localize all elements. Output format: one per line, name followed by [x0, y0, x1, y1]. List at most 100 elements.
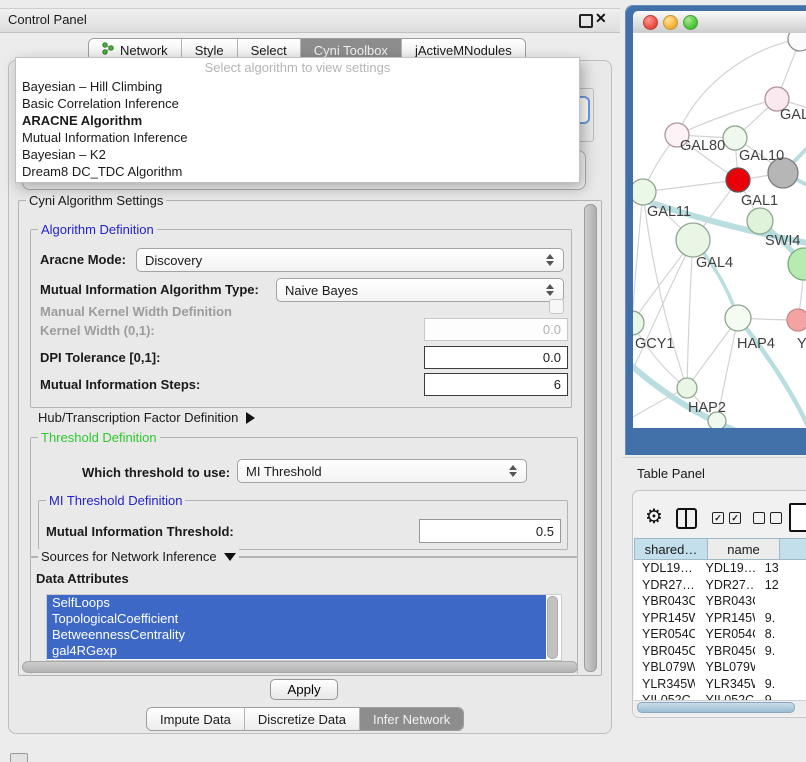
minimize-window-icon[interactable] [663, 15, 678, 30]
mi-steps-input[interactable]: 6 [424, 373, 568, 396]
columns-icon[interactable] [676, 508, 697, 529]
mi-steps-label: Mutual Information Steps: [40, 377, 200, 392]
select-all-checkboxes-icon[interactable]: ✓✓ [712, 512, 741, 524]
column-header-1[interactable]: shared… [634, 538, 708, 560]
algorithm-item[interactable]: Bayesian – Hill Climbing [16, 78, 579, 95]
which-threshold-select[interactable]: MI Threshold [237, 459, 527, 483]
threshold-definition-title: Threshold Definition [38, 430, 160, 445]
kernel-width-input[interactable]: 0.0 [424, 318, 568, 341]
network-edge[interactable] [633, 192, 643, 323]
network-node-HAP2[interactable] [677, 378, 697, 398]
table-cell: 9. [755, 677, 806, 691]
network-edge[interactable] [643, 180, 738, 192]
network-node-salmon-node[interactable] [787, 309, 806, 331]
network-node-GAL4[interactable] [676, 223, 710, 257]
bottom-tab-label: Discretize Data [258, 712, 346, 727]
table-row[interactable]: YLR345WYLR345W9. [634, 676, 806, 693]
algorithm-definition-title: Algorithm Definition [38, 222, 157, 237]
table-row[interactable]: YBR045CYBR045C9. [634, 643, 806, 660]
network-edge[interactable] [738, 318, 806, 428]
algorithm-item[interactable]: Basic Correlation Inference [16, 95, 579, 112]
network-node-label: HAP4 [737, 336, 775, 352]
zoom-window-icon[interactable] [683, 15, 698, 30]
table-row[interactable]: YBL079WYBL079W [634, 659, 806, 676]
tab-label: jActiveMNodules [415, 43, 512, 58]
bottom-tab-discretize-data[interactable]: Discretize Data [245, 708, 360, 730]
network-edge[interactable] [643, 192, 687, 388]
settings-vertical-scrollbar[interactable] [584, 204, 597, 672]
stepper-icon [545, 254, 555, 266]
table-row[interactable]: YBR043CYBR043C [634, 593, 806, 610]
minimized-panel-icon[interactable] [10, 753, 28, 762]
table-row[interactable]: YPR145WYPR145W9. [634, 610, 806, 627]
table-cell: 13 [755, 561, 806, 575]
algorithm-item[interactable]: Dream8 DC_TDC Algorithm [16, 163, 579, 180]
data-attribute-item[interactable]: SelfLoops [47, 595, 546, 611]
network-edge[interactable] [633, 323, 687, 388]
network-node-GAL10[interactable] [723, 126, 747, 150]
network-node-GCY1[interactable] [633, 311, 644, 335]
network-node-SWI4[interactable] [747, 208, 773, 234]
tab-label: Style [195, 43, 224, 58]
gear-icon[interactable]: ⚙ [645, 504, 663, 529]
table-cell: YDL19… [695, 561, 755, 575]
mi-threshold-group-title: MI Threshold Definition [46, 493, 185, 508]
mi-threshold-input[interactable]: 0.5 [419, 519, 561, 543]
stepper-icon [545, 284, 555, 296]
network-edge[interactable] [687, 240, 693, 388]
table-cell: 8. [755, 627, 806, 641]
table-cell: YBL079W [634, 660, 695, 674]
table-panel-title: Table Panel [637, 466, 705, 481]
data-attribute-item[interactable]: TopologicalCoefficient [47, 611, 546, 627]
dpi-tolerance-input[interactable]: 0.0 [424, 346, 568, 369]
aracne-mode-select[interactable]: Discovery [136, 248, 564, 272]
control-panel-title: Control Panel [8, 12, 87, 27]
sources-group-title[interactable]: Sources for Network Inference [38, 549, 239, 564]
table-row[interactable]: YDL19…YDL19…13 [634, 560, 806, 577]
table-row[interactable]: YDR27…YDR27…12 [634, 577, 806, 594]
network-node-label: SWI4 [765, 233, 800, 249]
network-node-HAP4[interactable] [725, 305, 751, 331]
network-node-top-node[interactable] [788, 33, 806, 51]
table-row[interactable]: YIL052CYIL052C9. [634, 692, 806, 700]
close-panel-icon[interactable]: ✕ [595, 10, 607, 27]
network-node-GAL11[interactable] [633, 179, 656, 205]
network-canvas[interactable]: GALGAL80GAL10GAL1GAL11SWI4GAL4GCY1HAP4YH… [633, 33, 806, 428]
table-row[interactable]: YER054CYER054C8. [634, 626, 806, 643]
data-attribute-item[interactable]: gal4RGexp [47, 643, 546, 659]
table-cell: YBR043C [695, 594, 755, 608]
network-node-GAL1[interactable] [726, 168, 750, 192]
mi-type-value: Naive Bayes [285, 283, 545, 298]
hub-definition-expander[interactable]: Hub/Transcription Factor Definition [38, 410, 255, 425]
table-cell: YIL052C [634, 693, 695, 700]
attributes-scrollbar[interactable] [547, 596, 558, 659]
deselect-all-checkboxes-icon[interactable] [753, 512, 782, 524]
float-panel-icon[interactable] [579, 14, 593, 28]
settings-horizontal-scrollbar[interactable] [22, 661, 578, 673]
manual-kernel-checkbox[interactable] [549, 299, 564, 314]
column-header-2[interactable]: name [708, 538, 780, 560]
control-panel-titlebar [0, 8, 620, 33]
network-node-label: Y [797, 336, 806, 352]
algorithm-item[interactable]: ARACNE Algorithm [16, 112, 579, 129]
network-window-titlebar[interactable] [633, 11, 806, 34]
column-header-3[interactable]: A [780, 538, 806, 560]
table-cell: YER054C [634, 627, 695, 641]
chevron-right-icon [246, 412, 255, 424]
algorithm-popup-placeholder: Select algorithm to view settings [16, 58, 579, 78]
apply-button[interactable]: Apply [270, 679, 338, 700]
mi-type-select[interactable]: Naive Bayes [276, 278, 564, 302]
bottom-tab-infer-network[interactable]: Infer Network [360, 708, 463, 730]
algorithm-item[interactable]: Mutual Information Inference [16, 129, 579, 146]
table-cell: YER054C [695, 627, 755, 641]
manual-kernel-label: Manual Kernel Width Definition [40, 304, 232, 319]
close-window-icon[interactable] [643, 15, 658, 30]
table-horizontal-scrollbar[interactable] [637, 702, 795, 713]
data-attribute-item[interactable]: BetweennessCentrality [47, 627, 546, 643]
algorithm-item[interactable]: Bayesian – K2 [16, 146, 579, 163]
table-panel-divider [622, 457, 806, 458]
network-node-label: GAL10 [739, 148, 784, 164]
document-icon[interactable] [789, 503, 806, 532]
bottom-tab-impute-data[interactable]: Impute Data [147, 708, 245, 730]
data-attributes-list[interactable]: SelfLoopsTopologicalCoefficientBetweenne… [46, 594, 562, 661]
